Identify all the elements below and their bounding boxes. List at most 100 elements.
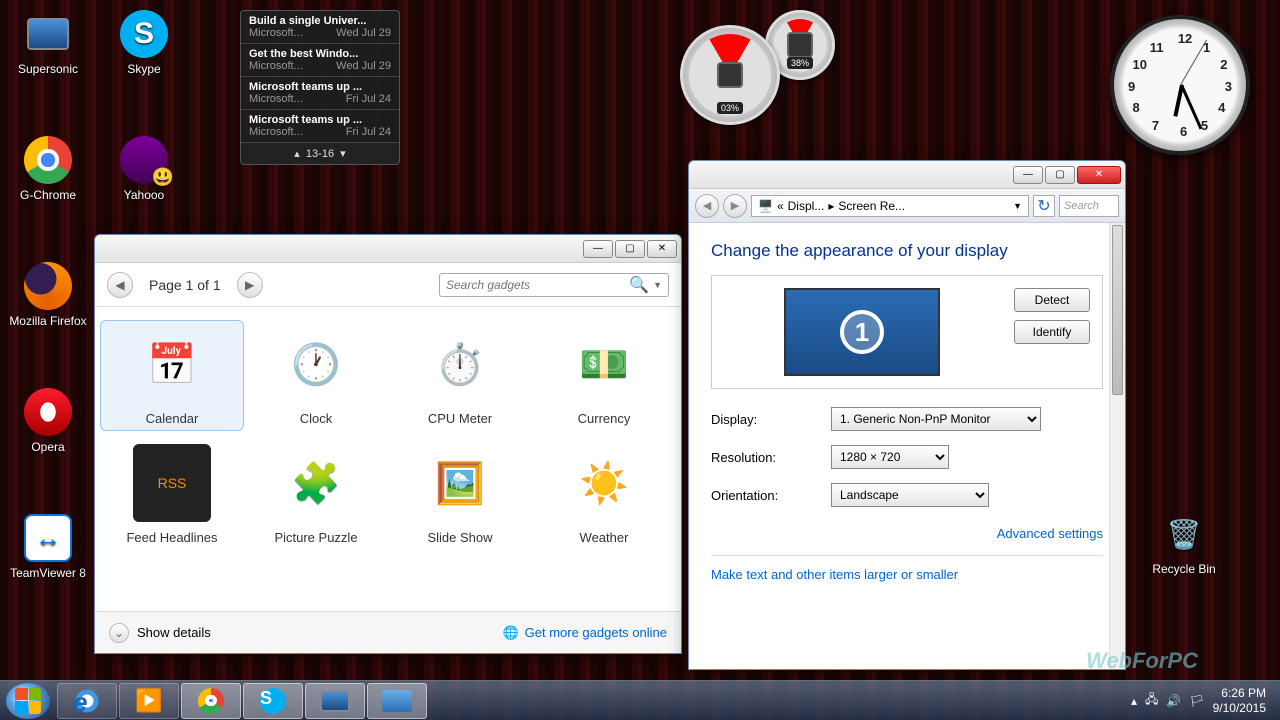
display-titlebar[interactable]: — ▢ ✕ (689, 161, 1125, 189)
icon-recycle-bin[interactable]: 🗑️ Recycle Bin (1144, 510, 1224, 576)
gadget-clock[interactable]: 🕐Clock (249, 325, 383, 426)
gadget-slide-show[interactable]: 🖼️Slide Show (393, 444, 527, 545)
maximize-button[interactable]: ▢ (1045, 166, 1075, 184)
close-button[interactable]: ✕ (1077, 166, 1121, 184)
windows-logo-icon (15, 688, 41, 714)
gadget-cpu-meter[interactable]: ⏱️CPU Meter (393, 325, 527, 426)
maximize-button[interactable]: ▢ (615, 240, 645, 258)
feed-gadget[interactable]: Build a single Univer... Microsoft...Wed… (240, 10, 400, 165)
display-label: Display: (711, 412, 831, 427)
feed-title: Build a single Univer... (249, 15, 391, 27)
icon-yahoo[interactable]: Yahooo (104, 136, 184, 202)
taskbar-ie[interactable] (57, 683, 117, 719)
display-body: Change the appearance of your display 1 … (689, 223, 1125, 669)
icon-supersonic[interactable]: Supersonic (8, 10, 88, 76)
icon-gchrome[interactable]: G-Chrome (8, 136, 88, 202)
gadgets-icon (382, 690, 412, 712)
chrome-icon (198, 688, 224, 714)
scrollbar-thumb[interactable] (1112, 225, 1123, 395)
search-dropdown-icon[interactable]: ▼ (653, 280, 662, 290)
more-gadgets-link[interactable]: 🌐 Get more gadgets online (502, 625, 667, 641)
gadget-feed-headlines[interactable]: RSSFeed Headlines (105, 444, 239, 545)
advanced-settings-link[interactable]: Advanced settings (997, 526, 1103, 541)
gadgets-titlebar[interactable]: — ▢ ✕ (95, 235, 681, 263)
start-button[interactable] (6, 683, 50, 719)
icon-label: TeamViewer 8 (8, 566, 88, 580)
page-indicator: Page 1 of 1 (149, 277, 221, 293)
gadget-currency[interactable]: 💵Currency (537, 325, 671, 426)
show-details-button[interactable]: ⌄ Show details (109, 623, 211, 643)
taskbar-chrome[interactable] (181, 683, 241, 719)
display-select[interactable]: 1. Generic Non-PnP Monitor (831, 407, 1041, 431)
clock-icon: 🕐 (277, 325, 355, 403)
icon-label: Mozilla Firefox (8, 314, 88, 328)
monitor-icon (320, 690, 350, 712)
back-button[interactable]: ◀ (695, 194, 719, 218)
breadcrumb[interactable]: 🖥️ « Displ... ▸ Screen Re... ▼ (751, 195, 1029, 217)
watermark: WebForPC (1086, 648, 1198, 674)
minimize-button[interactable]: — (583, 240, 613, 258)
ram-chip-icon (787, 32, 813, 58)
taskbar-clock[interactable]: 6:26 PM 9/10/2015 (1213, 686, 1266, 715)
puzzle-icon: 🧩 (277, 444, 355, 522)
icon-firefox[interactable]: Mozilla Firefox (8, 262, 88, 328)
clock-gadget[interactable]: 12 3 6 9 1 2 4 5 7 8 10 11 (1110, 15, 1250, 155)
feed-item[interactable]: Microsoft teams up ... Microsoft...Fri J… (241, 77, 399, 110)
taskbar-media-player[interactable]: ▶️ (119, 683, 179, 719)
feed-item[interactable]: Build a single Univer... Microsoft...Wed… (241, 11, 399, 44)
icon-opera[interactable]: Opera (8, 388, 88, 454)
address-bar: ◀ ▶ 🖥️ « Displ... ▸ Screen Re... ▼ ↻ Sea… (689, 189, 1125, 223)
monitor-thumbnail[interactable]: 1 (784, 288, 940, 376)
monitor-preview-box: 1 Detect Identify (711, 275, 1103, 389)
display-settings-window: — ▢ ✕ ◀ ▶ 🖥️ « Displ... ▸ Screen Re... ▼… (688, 160, 1126, 670)
cpu-meter-gadget[interactable]: 38% 03% (680, 10, 860, 130)
yahoo-icon (120, 136, 168, 184)
forward-button[interactable]: ▶ (723, 194, 747, 218)
firefox-icon (24, 262, 72, 310)
icon-skype[interactable]: S Skype (104, 10, 184, 76)
gadget-picture-puzzle[interactable]: 🧩Picture Puzzle (249, 444, 383, 545)
tray-volume-icon[interactable]: 🔊 (1166, 694, 1181, 708)
identify-button[interactable]: Identify (1014, 320, 1090, 344)
tray-show-hidden-icon[interactable]: ▴ (1131, 694, 1137, 708)
scrollbar[interactable] (1109, 223, 1125, 669)
resolution-select[interactable]: 1280 × 720 (831, 445, 949, 469)
icon-label: Supersonic (8, 62, 88, 76)
search-icon[interactable]: 🔍 (629, 275, 649, 295)
media-player-icon: ▶️ (135, 688, 162, 714)
system-tray: ▴ 🖧 🔊 🏳 6:26 PM 9/10/2015 (1131, 686, 1274, 715)
monitor-icon (27, 18, 69, 50)
tray-action-center-icon[interactable]: 🏳 (1189, 694, 1204, 708)
text-size-link[interactable]: Make text and other items larger or smal… (711, 567, 958, 582)
gadgets-search[interactable]: 🔍 ▼ (439, 273, 669, 297)
control-panel-search[interactable]: Search (1059, 195, 1119, 217)
feed-pager[interactable]: ▴ 13-16 ▾ (241, 143, 399, 164)
teamviewer-icon (24, 514, 72, 562)
desktop: Supersonic S Skype G-Chrome Yahooo Mozil… (0, 0, 1280, 680)
feed-item[interactable]: Microsoft teams up ... Microsoft...Fri J… (241, 110, 399, 143)
refresh-button[interactable]: ↻ (1033, 195, 1055, 217)
close-button[interactable]: ✕ (647, 240, 677, 258)
taskbar-skype[interactable]: S (243, 683, 303, 719)
prev-page-button[interactable]: ◀ (107, 272, 133, 298)
detect-button[interactable]: Detect (1014, 288, 1090, 312)
search-input[interactable] (446, 278, 629, 292)
icon-label: Yahooo (104, 188, 184, 202)
resolution-label: Resolution: (711, 450, 831, 465)
next-page-button[interactable]: ▶ (237, 272, 263, 298)
minimize-button[interactable]: — (1013, 166, 1043, 184)
chevron-down-icon[interactable]: ▼ (1013, 201, 1022, 211)
taskbar-display-settings[interactable] (305, 683, 365, 719)
tray-network-icon[interactable]: 🖧 (1145, 690, 1158, 711)
taskbar-gadgets[interactable] (367, 683, 427, 719)
feed-item[interactable]: Get the best Windo... Microsoft...Wed Ju… (241, 44, 399, 77)
monitor-number: 1 (840, 310, 884, 354)
gadget-calendar[interactable]: 📅Calendar (100, 320, 244, 431)
orientation-select[interactable]: Landscape (831, 483, 989, 507)
icon-teamviewer[interactable]: TeamViewer 8 (8, 514, 88, 580)
currency-icon: 💵 (565, 325, 643, 403)
monitor-preview[interactable]: 1 (724, 288, 1000, 376)
ie-icon (73, 687, 101, 715)
gadget-weather[interactable]: ☀️Weather (537, 444, 671, 545)
icon-label: Recycle Bin (1144, 562, 1224, 576)
